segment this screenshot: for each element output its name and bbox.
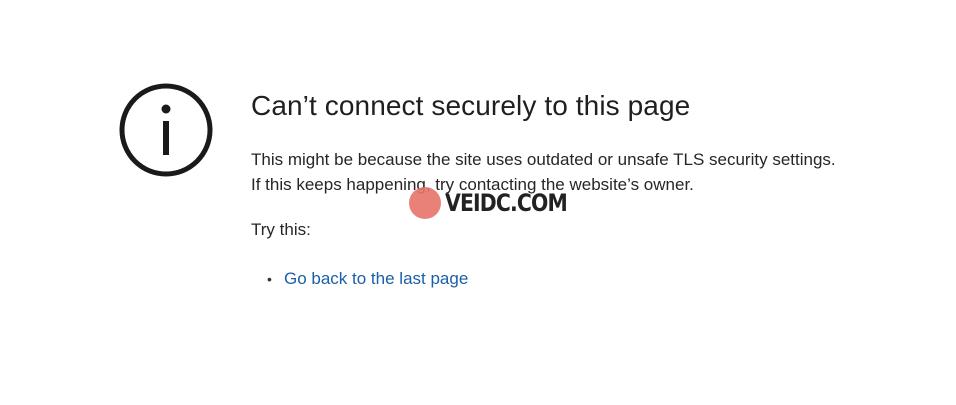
- bullet-icon: •: [267, 271, 272, 287]
- watermark: VEIDC.COM: [409, 187, 588, 219]
- list-item: • Go back to the last page: [267, 267, 871, 291]
- try-this-label: Try this:: [251, 220, 311, 239]
- suggestions-list: • Go back to the last page: [267, 267, 871, 291]
- info-icon: [119, 83, 213, 177]
- watermark-logo-icon: [409, 187, 441, 219]
- error-page: Can’t connect securely to this page This…: [0, 0, 956, 405]
- page-title: Can’t connect securely to this page: [251, 90, 691, 121]
- watermark-text: VEIDC.COM: [445, 189, 568, 217]
- go-back-link[interactable]: Go back to the last page: [284, 267, 468, 291]
